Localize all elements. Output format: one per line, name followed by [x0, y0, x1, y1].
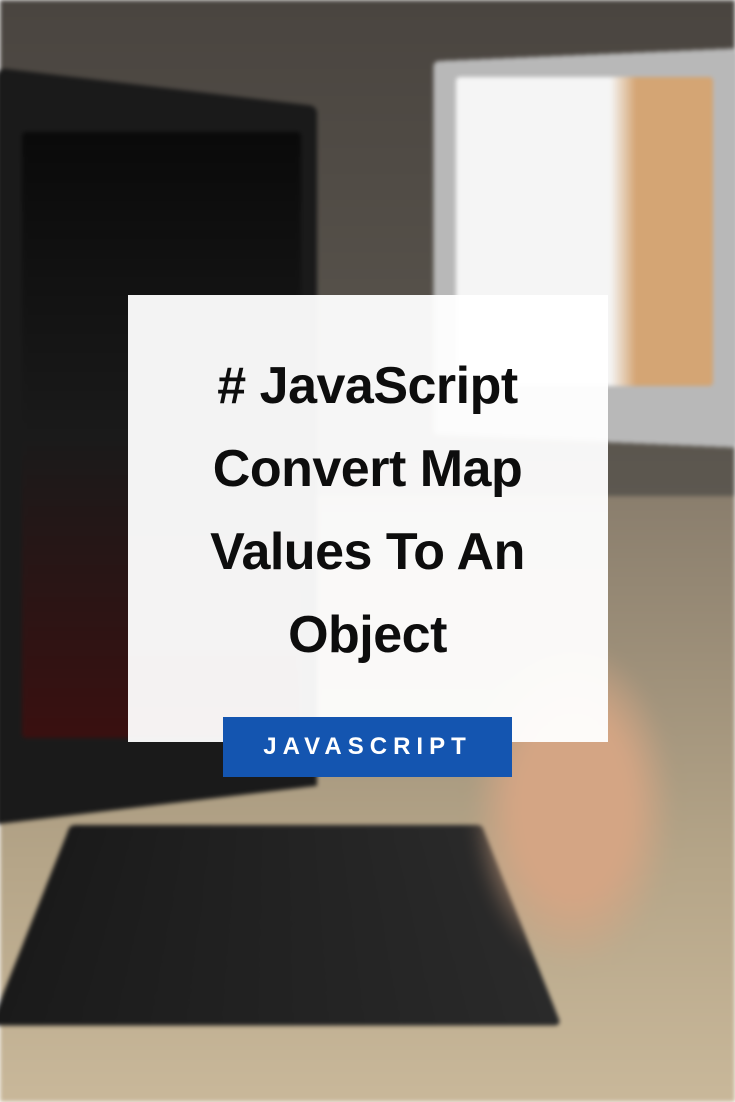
- content-overlay: # JavaScript Convert Map Values To An Ob…: [0, 0, 735, 1102]
- title-card: # JavaScript Convert Map Values To An Ob…: [128, 295, 608, 743]
- category-badge: JAVASCRIPT: [223, 717, 511, 777]
- title-text: # JavaScript Convert Map Values To An Ob…: [168, 345, 568, 678]
